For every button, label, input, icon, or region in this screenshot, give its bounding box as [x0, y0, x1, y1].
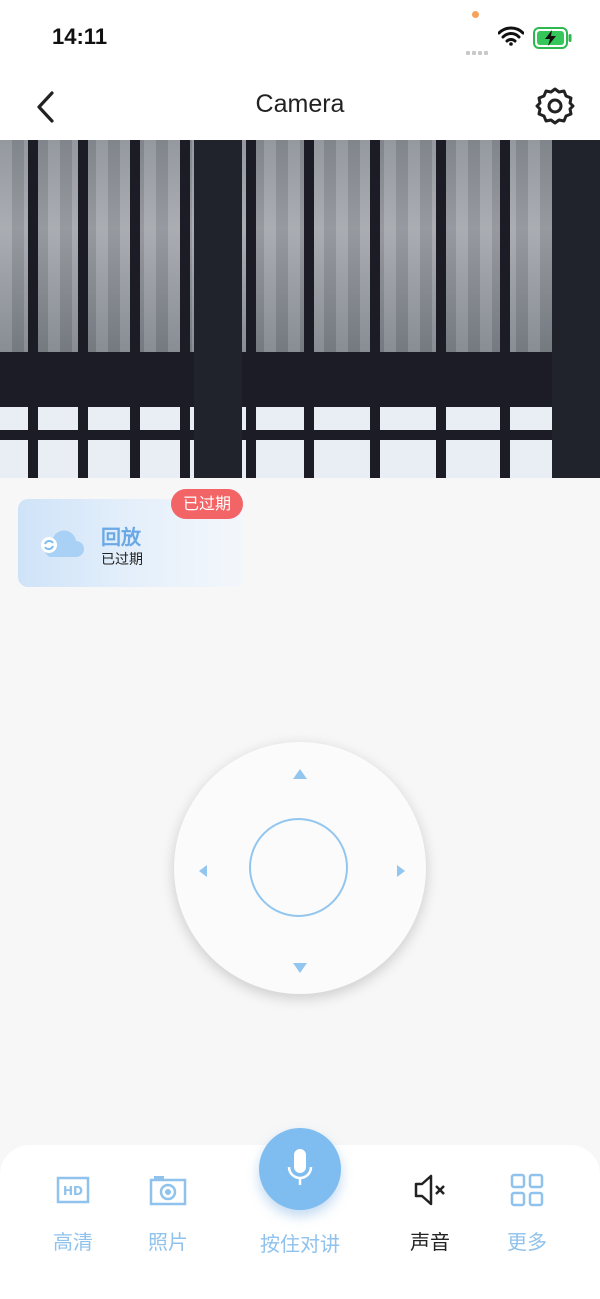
hd-label: 高清: [53, 1230, 93, 1254]
status-time: 14:11: [52, 24, 108, 49]
svg-text:HD: HD: [63, 1184, 83, 1198]
video-scene-sky: [0, 405, 600, 478]
wifi-icon: [498, 26, 524, 46]
playback-title: 回放: [101, 525, 141, 549]
hd-button[interactable]: HD 高清: [23, 1170, 123, 1255]
cellular-signal-icon: [466, 40, 490, 59]
window-bar: [130, 140, 140, 478]
push-to-talk-label: 按住对讲: [260, 1232, 340, 1256]
playback-status: 已过期: [101, 552, 143, 568]
camera-snapshot-icon: [149, 1176, 187, 1206]
push-to-talk-button[interactable]: [259, 1128, 341, 1210]
sound-button[interactable]: 声音: [380, 1170, 480, 1255]
window-bar: [246, 140, 256, 478]
ptz-center-button[interactable]: [249, 818, 348, 917]
navigation-bar: Camera: [0, 74, 600, 140]
page-title: Camera: [255, 90, 345, 118]
sound-label: 声音: [410, 1230, 450, 1254]
more-label: 更多: [507, 1230, 547, 1254]
window-frame-post: [194, 140, 242, 478]
photo-button[interactable]: 照片: [118, 1170, 218, 1255]
ptz-control-pad[interactable]: [174, 742, 426, 994]
photo-label: 照片: [148, 1230, 188, 1254]
pan-right-arrow-icon[interactable]: [397, 865, 405, 877]
hd-icon: HD: [56, 1176, 90, 1204]
pan-down-arrow-icon[interactable]: [293, 963, 307, 973]
window-bar: [500, 140, 510, 478]
window-frame-bar: [0, 430, 600, 440]
window-bar: [78, 140, 88, 478]
privacy-indicator-dot: [472, 11, 479, 18]
microphone-icon: [287, 1149, 313, 1185]
window-bar: [370, 140, 380, 478]
window-bar: [304, 140, 314, 478]
speaker-muted-icon: [414, 1174, 445, 1206]
window-bar: [28, 140, 38, 478]
status-bar: 14:11: [0, 0, 600, 74]
cloud-playback-icon: [41, 530, 84, 557]
settings-gear-icon[interactable]: [535, 86, 575, 126]
camera-live-view[interactable]: [0, 140, 600, 478]
pan-left-arrow-icon[interactable]: [199, 865, 207, 877]
grid-more-icon: [510, 1173, 544, 1207]
window-bar: [180, 140, 190, 478]
pan-up-arrow-icon[interactable]: [293, 769, 307, 779]
window-frame-post: [552, 140, 600, 478]
expired-badge: 已过期: [171, 489, 244, 519]
battery-charging-icon: [533, 27, 572, 49]
window-frame-bar: [0, 352, 600, 407]
window-bar: [436, 140, 446, 478]
more-button[interactable]: 更多: [477, 1170, 577, 1255]
video-scene-city: [0, 140, 600, 360]
